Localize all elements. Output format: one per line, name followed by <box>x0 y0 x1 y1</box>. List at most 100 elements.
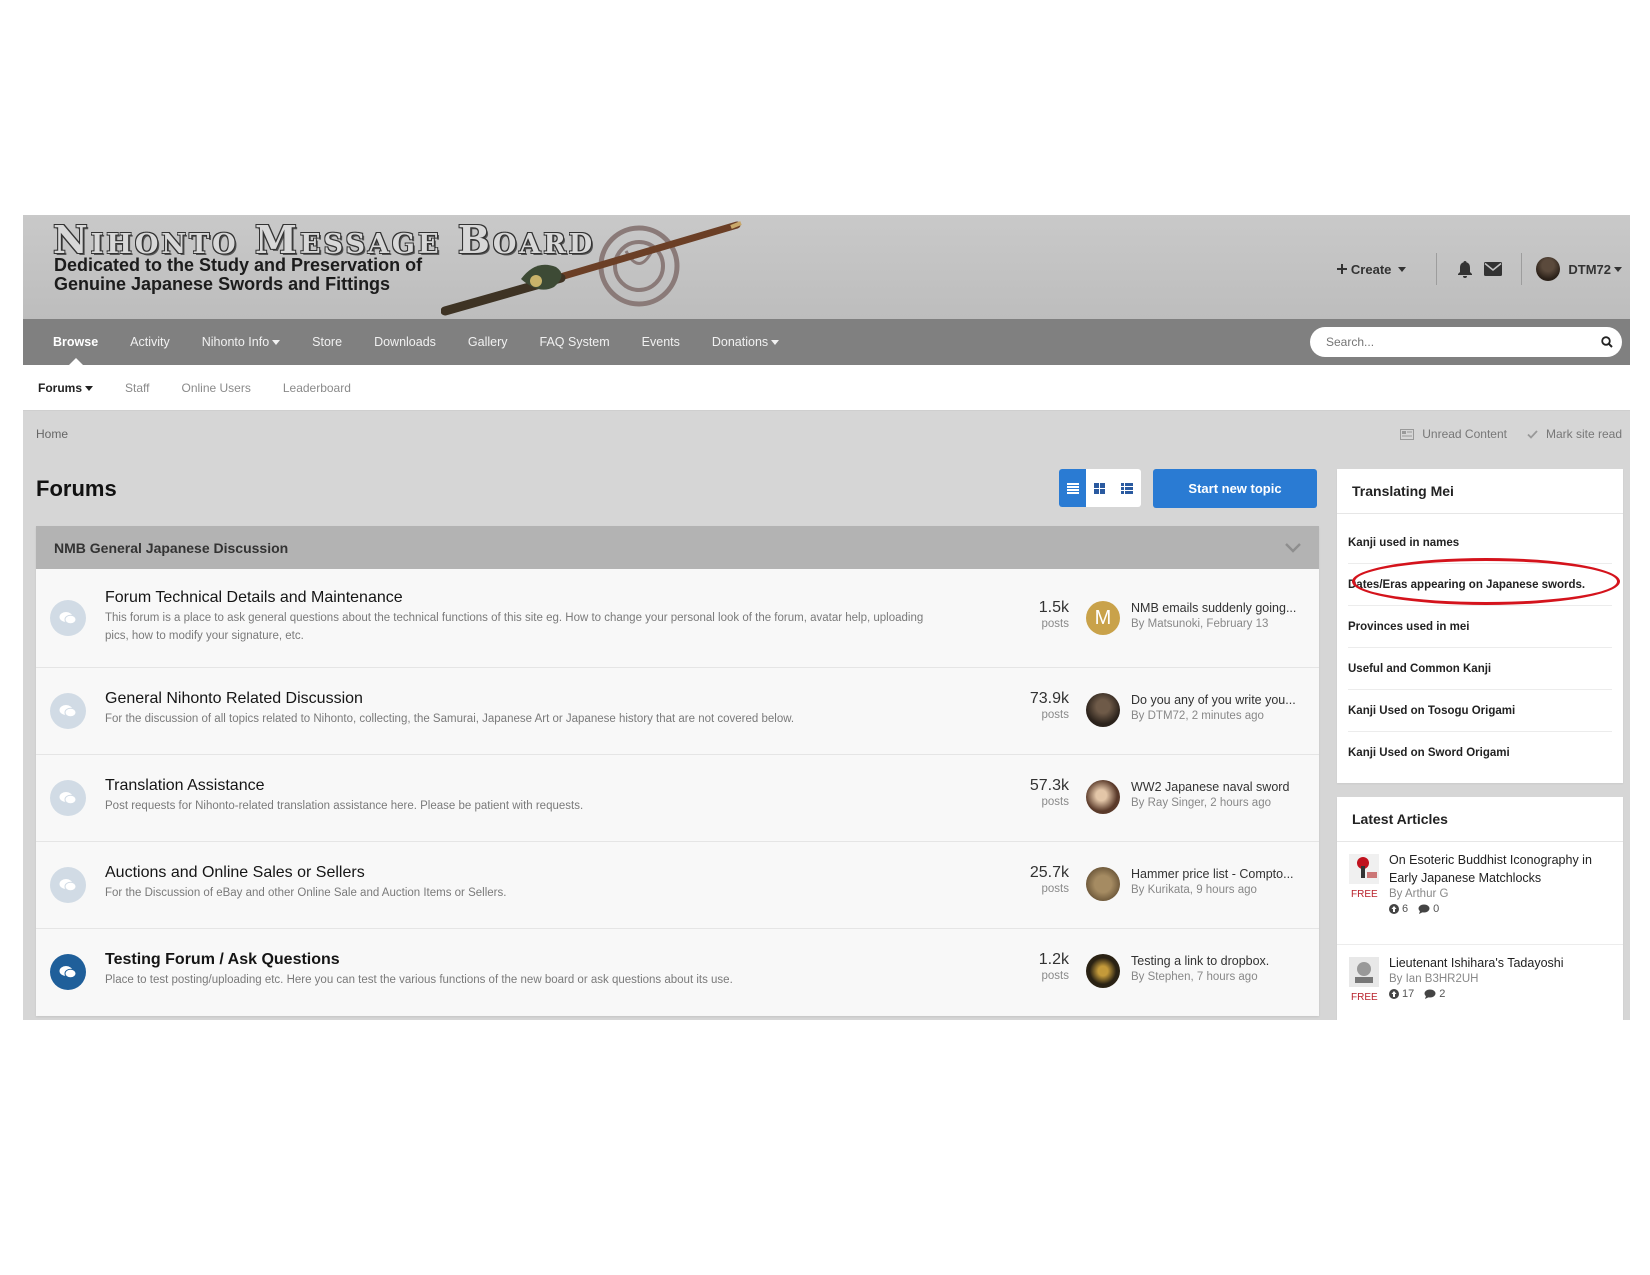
forum-title-link[interactable]: Auctions and Online Sales or Sellers <box>105 864 945 882</box>
last-post-title-link[interactable]: Do you any of you write you... <box>1131 693 1311 707</box>
widget-title: Latest Articles <box>1337 797 1623 842</box>
avatar[interactable] <box>1086 693 1120 727</box>
list-item[interactable]: Kanji Used on Tosogu Origami <box>1348 690 1612 732</box>
chevron-down-icon <box>771 339 780 345</box>
nav-nihonto-info[interactable]: Nihonto Info <box>186 319 296 365</box>
nav-store[interactable]: Store <box>296 319 358 365</box>
start-new-topic-button[interactable]: Start new topic <box>1153 469 1317 508</box>
list-item[interactable]: Kanji Used on Sword Origami <box>1348 732 1612 773</box>
grid-view-icon[interactable] <box>1086 469 1113 507</box>
forum-category: NMB General Japanese Discussion Forum Te… <box>36 526 1319 1016</box>
avatar[interactable] <box>1086 867 1120 901</box>
article-title-link[interactable]: On Esoteric Buddhist Iconography in Earl… <box>1389 851 1604 887</box>
forum-row[interactable]: Auctions and Online Sales or Sellers For… <box>36 842 1319 929</box>
view-toggle <box>1059 469 1141 507</box>
post-count-label: posts <box>1041 796 1070 808</box>
forum-info: Testing Forum / Ask Questions Place to t… <box>105 951 945 989</box>
divider <box>1436 253 1438 285</box>
create-menu[interactable]: Create <box>1336 261 1407 277</box>
chat-bubbles-icon <box>59 792 77 805</box>
translating-mei-widget: Translating Mei Kanji used in names Date… <box>1337 469 1623 783</box>
nav-gallery[interactable]: Gallery <box>452 319 524 365</box>
search-input[interactable] <box>1324 334 1592 350</box>
nav-label: Donations <box>711 335 769 349</box>
list-item[interactable]: Provinces used in mei <box>1348 606 1612 648</box>
avatar[interactable]: M <box>1086 601 1120 635</box>
list-item[interactable]: Useful and Common Kanji <box>1348 648 1612 690</box>
unread-content-link[interactable]: Unread Content <box>1400 427 1507 441</box>
forum-status-icon <box>50 780 86 816</box>
forum-status-icon <box>50 954 86 990</box>
last-post-title-link[interactable]: Testing a link to dropbox. <box>1131 954 1311 968</box>
subnav-staff[interactable]: Staff <box>125 381 149 395</box>
comment-icon <box>1418 904 1430 914</box>
chevron-down-icon <box>1398 266 1407 272</box>
avatar[interactable] <box>1086 780 1120 814</box>
last-post-meta: By Stephen, 7 hours ago <box>1131 971 1258 983</box>
forum-app: Nihonto Message Board Dedicated to the S… <box>23 215 1630 1020</box>
envelope-icon[interactable] <box>1483 259 1503 279</box>
nav-label: Nihonto Info <box>201 335 270 349</box>
nav-label: Browse <box>53 335 99 349</box>
subnav-forums[interactable]: Forums <box>38 380 94 395</box>
forum-title-link[interactable]: Testing Forum / Ask Questions <box>105 951 945 969</box>
forum-description: This forum is a place to ask general que… <box>105 612 924 642</box>
last-post-info: Hammer price list - Compto... By Kurikat… <box>1131 867 1311 896</box>
table-view-icon[interactable] <box>1059 469 1086 507</box>
nav-browse[interactable]: Browse <box>37 319 114 365</box>
chevron-down-icon <box>272 339 281 345</box>
create-label: Create <box>1350 261 1392 277</box>
nav-label: FAQ System <box>539 335 610 349</box>
mark-site-read-link[interactable]: Mark site read <box>1527 427 1622 441</box>
subnav-online-users[interactable]: Online Users <box>181 381 250 395</box>
nav-label: Downloads <box>374 335 436 349</box>
avatar[interactable] <box>1086 954 1120 988</box>
translating-mei-list: Kanji used in names Dates/Eras appearing… <box>1337 514 1623 773</box>
post-count-label: posts <box>1041 709 1070 721</box>
forum-title-link[interactable]: General Nihonto Related Discussion <box>105 690 945 708</box>
category-header[interactable]: NMB General Japanese Discussion <box>36 526 1319 569</box>
forum-row[interactable]: Translation Assistance Post requests for… <box>36 755 1319 842</box>
nav-activity[interactable]: Activity <box>114 319 186 365</box>
list-view-icon[interactable] <box>1113 469 1140 507</box>
forum-row[interactable]: Testing Forum / Ask Questions Place to t… <box>36 929 1319 1015</box>
search-icon[interactable] <box>1592 327 1622 357</box>
user-avatar[interactable] <box>1536 257 1561 281</box>
forum-title-link[interactable]: Translation Assistance <box>105 777 945 795</box>
username-menu[interactable]: DTM72 <box>1568 262 1611 277</box>
unread-content-label: Unread Content <box>1422 427 1507 441</box>
last-post-title-link[interactable]: WW2 Japanese naval sword <box>1131 780 1311 794</box>
forum-description: For the discussion of all topics related… <box>105 713 795 725</box>
forum-status-icon <box>50 600 86 636</box>
breadcrumb-home[interactable]: Home <box>36 427 68 441</box>
last-post-meta: By DTM72, 2 minutes ago <box>1131 710 1264 722</box>
nav-donations[interactable]: Donations <box>696 319 795 365</box>
nav-label: Store <box>312 335 343 349</box>
newspaper-icon <box>1400 428 1415 440</box>
last-post-title-link[interactable]: NMB emails suddenly going... <box>1131 601 1311 615</box>
comments: 0 <box>1418 903 1439 915</box>
forum-info: Auctions and Online Sales or Sellers For… <box>105 864 945 902</box>
last-post-title-link[interactable]: Hammer price list - Compto... <box>1131 867 1311 881</box>
last-post-info: Testing a link to dropbox. By Stephen, 7… <box>1131 954 1311 983</box>
nav-faq-system[interactable]: FAQ System <box>524 319 626 365</box>
post-count-value: 25.7k <box>1029 864 1069 881</box>
chevron-down-icon[interactable] <box>1285 542 1301 553</box>
chat-bubbles-icon <box>59 966 77 979</box>
article-item[interactable]: FREE Lieutenant Ishihara's Tadayoshi By … <box>1337 945 1623 1020</box>
article-title-link[interactable]: Lieutenant Ishihara's Tadayoshi <box>1389 954 1604 972</box>
user-bar: Create DTM72 <box>1336 249 1622 289</box>
subnav-leaderboard[interactable]: Leaderboard <box>283 381 351 395</box>
forum-row[interactable]: Forum Technical Details and Maintenance … <box>36 569 1319 668</box>
bell-icon[interactable] <box>1455 259 1475 279</box>
last-post-info: WW2 Japanese naval sword By Ray Singer, … <box>1131 780 1311 809</box>
article-item[interactable]: FREE On Esoteric Buddhist Iconography in… <box>1337 842 1623 945</box>
forum-row[interactable]: General Nihonto Related Discussion For t… <box>36 668 1319 755</box>
subnav-label: Forums <box>38 380 83 395</box>
widget-title: Translating Mei <box>1337 469 1623 514</box>
katana-logo-image <box>441 221 742 316</box>
nav-downloads[interactable]: Downloads <box>358 319 452 365</box>
nav-events[interactable]: Events <box>626 319 696 365</box>
forum-title-link[interactable]: Forum Technical Details and Maintenance <box>105 589 945 607</box>
article-body: On Esoteric Buddhist Iconography in Earl… <box>1389 851 1604 915</box>
